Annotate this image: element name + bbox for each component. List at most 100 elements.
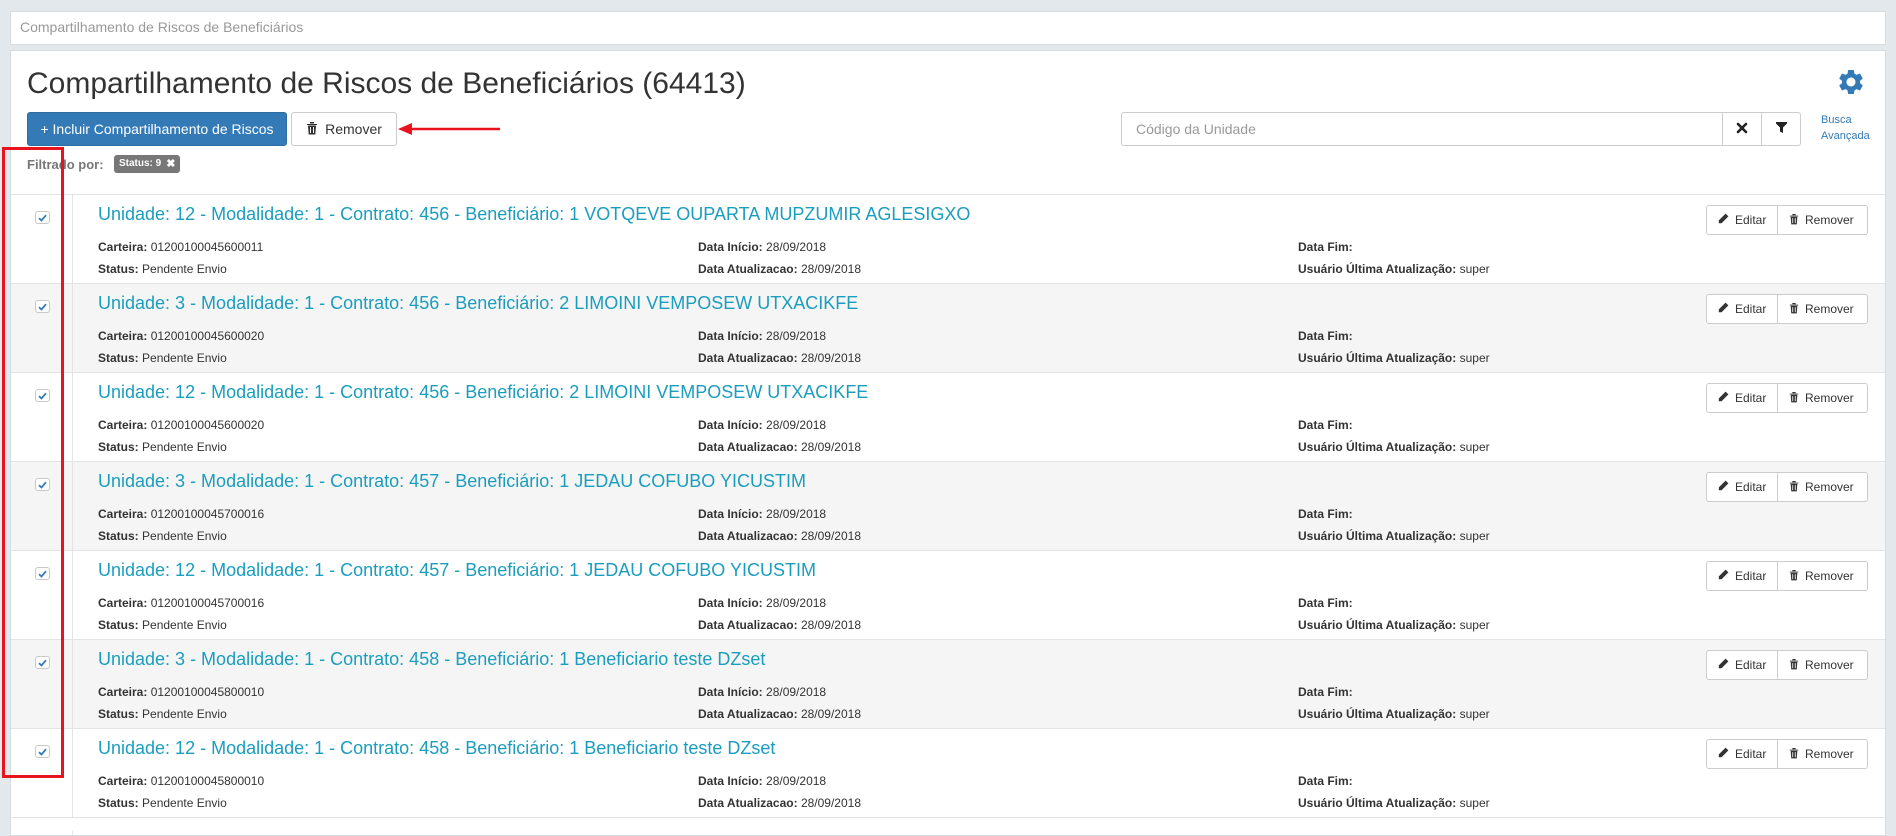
remove-button[interactable]: Remover bbox=[1778, 383, 1868, 413]
data-fim-field: Data Fim: bbox=[1298, 329, 1353, 343]
remove-button[interactable]: Remover bbox=[1778, 561, 1868, 591]
trash-icon bbox=[1789, 658, 1799, 673]
pencil-icon bbox=[1718, 480, 1729, 494]
filter-icon bbox=[1775, 121, 1787, 137]
data-fim-field: Data Fim: bbox=[1298, 596, 1353, 610]
breadcrumb: Compartilhamento de Riscos de Beneficiár… bbox=[10, 11, 1886, 45]
status-field: Status: Pendente Envio bbox=[98, 440, 227, 454]
data-atualizacao-value: 28/09/2018 bbox=[800, 796, 861, 810]
row-checkbox[interactable] bbox=[35, 211, 50, 224]
usuario-value: super bbox=[1459, 440, 1490, 454]
carteira-field: Carteira: 01200100045700016 bbox=[98, 507, 265, 521]
check-icon bbox=[38, 392, 47, 400]
row-title-link[interactable]: Unidade: 3 - Modalidade: 1 - Contrato: 4… bbox=[98, 293, 858, 314]
filter-button[interactable] bbox=[1762, 112, 1801, 146]
data-atualizacao-field: Data Atualizacao: 28/09/2018 bbox=[698, 529, 861, 543]
breadcrumb-text: Compartilhamento de Riscos de Beneficiár… bbox=[20, 19, 304, 35]
usuario-field: Usuário Última Atualização: super bbox=[1298, 618, 1490, 632]
row-checkbox[interactable] bbox=[35, 389, 50, 402]
pencil-icon bbox=[1718, 213, 1729, 227]
data-inicio-value: 28/09/2018 bbox=[766, 240, 827, 254]
edit-button[interactable]: Editar bbox=[1706, 739, 1778, 769]
row-checkbox[interactable] bbox=[35, 656, 50, 669]
checkbox-column bbox=[11, 373, 73, 461]
data-inicio-value: 28/09/2018 bbox=[766, 507, 827, 521]
usuario-field: Usuário Última Atualização: super bbox=[1298, 262, 1490, 276]
data-inicio-field: Data Início: 28/09/2018 bbox=[698, 774, 827, 788]
advanced-search-line1: Busca bbox=[1821, 114, 1852, 126]
status-value: Pendente Envio bbox=[142, 262, 227, 276]
row-title-link[interactable]: Unidade: 12 - Modalidade: 1 - Contrato: … bbox=[98, 382, 868, 403]
remove-button[interactable]: Remover bbox=[1778, 472, 1868, 502]
row-checkbox[interactable] bbox=[35, 478, 50, 491]
row-title-link[interactable]: Unidade: 12 - Modalidade: 1 - Contrato: … bbox=[98, 738, 775, 759]
status-value: Pendente Envio bbox=[142, 707, 227, 721]
trash-icon bbox=[1789, 569, 1799, 584]
trash-icon bbox=[1789, 480, 1799, 495]
data-inicio-value: 28/09/2018 bbox=[766, 418, 827, 432]
row-title-link[interactable]: Unidade: 12 - Modalidade: 1 - Contrato: … bbox=[98, 204, 970, 225]
check-icon bbox=[38, 659, 47, 667]
data-inicio-field: Data Início: 28/09/2018 bbox=[698, 240, 827, 254]
edit-button[interactable]: Editar bbox=[1706, 205, 1778, 235]
remove-button[interactable]: Remover bbox=[1778, 739, 1868, 769]
remove-button[interactable]: Remover bbox=[1778, 205, 1868, 235]
clear-search-button[interactable] bbox=[1723, 112, 1762, 146]
data-atualizacao-field: Data Atualizacao: 28/09/2018 bbox=[698, 262, 861, 276]
data-atualizacao-field: Data Atualizacao: 28/09/2018 bbox=[698, 618, 861, 632]
remove-filter-icon[interactable]: ✖ bbox=[166, 155, 175, 173]
carteira-value: 01200100045800010 bbox=[150, 685, 265, 699]
gear-icon[interactable] bbox=[1836, 67, 1866, 97]
search-group bbox=[1121, 112, 1801, 146]
trash-icon bbox=[306, 121, 318, 138]
status-field: Status: Pendente Envio bbox=[98, 262, 227, 276]
data-inicio-value: 28/09/2018 bbox=[766, 685, 827, 699]
edit-button[interactable]: Editar bbox=[1706, 472, 1778, 502]
list-item: Unidade: 12 - Modalidade: 1 - Contrato: … bbox=[11, 551, 1885, 640]
edit-button[interactable]: Editar bbox=[1706, 383, 1778, 413]
data-atualizacao-field: Data Atualizacao: 28/09/2018 bbox=[698, 707, 861, 721]
data-inicio-field: Data Início: 28/09/2018 bbox=[698, 329, 827, 343]
checkbox-column bbox=[11, 640, 73, 728]
row-title-link[interactable]: Unidade: 3 - Modalidade: 1 - Contrato: 4… bbox=[98, 471, 806, 492]
remove-selected-button[interactable]: Remover bbox=[291, 112, 397, 146]
edit-button[interactable]: Editar bbox=[1706, 561, 1778, 591]
trash-icon bbox=[1789, 747, 1799, 762]
edit-label: Editar bbox=[1735, 569, 1767, 583]
remove-label: Remover bbox=[1805, 658, 1854, 672]
main-panel: Compartilhamento de Riscos de Beneficiár… bbox=[10, 50, 1886, 836]
edit-label: Editar bbox=[1735, 480, 1767, 494]
remove-label: Remover bbox=[1805, 302, 1854, 316]
advanced-search-link[interactable]: Busca Avançada bbox=[1821, 112, 1881, 144]
remove-label: Remover bbox=[1805, 569, 1854, 583]
row-title-link[interactable]: Unidade: 12 - Modalidade: 1 - Contrato: … bbox=[98, 560, 816, 581]
data-fim-field: Data Fim: bbox=[1298, 774, 1353, 788]
remove-button[interactable]: Remover bbox=[1778, 294, 1868, 324]
list-item: Unidade: 3 - Modalidade: 1 - Contrato: 4… bbox=[11, 640, 1885, 729]
row-checkbox[interactable] bbox=[35, 567, 50, 580]
usuario-field: Usuário Última Atualização: super bbox=[1298, 440, 1490, 454]
data-inicio-field: Data Início: 28/09/2018 bbox=[698, 418, 827, 432]
row-title-link[interactable]: Unidade: 3 - Modalidade: 1 - Contrato: 4… bbox=[98, 649, 765, 670]
check-icon bbox=[38, 570, 47, 578]
check-icon bbox=[38, 748, 47, 756]
page-title: Compartilhamento de Riscos de Beneficiár… bbox=[27, 67, 746, 100]
check-icon bbox=[38, 481, 47, 489]
row-checkbox[interactable] bbox=[35, 300, 50, 313]
row-actions: Editar Remover bbox=[1706, 739, 1868, 769]
list-trailing-separator bbox=[11, 831, 73, 835]
usuario-value: super bbox=[1459, 707, 1490, 721]
edit-button[interactable]: Editar bbox=[1706, 650, 1778, 680]
row-checkbox[interactable] bbox=[35, 745, 50, 758]
row-actions: Editar Remover bbox=[1706, 561, 1868, 591]
close-icon bbox=[1736, 122, 1748, 137]
remove-label: Remover bbox=[1805, 213, 1854, 227]
carteira-field: Carteira: 01200100045600011 bbox=[98, 240, 264, 254]
edit-button[interactable]: Editar bbox=[1706, 294, 1778, 324]
add-compartilhamento-button[interactable]: + Incluir Compartilhamento de Riscos bbox=[27, 112, 287, 146]
list-item: Unidade: 3 - Modalidade: 1 - Contrato: 4… bbox=[11, 462, 1885, 551]
unit-code-search-input[interactable] bbox=[1121, 112, 1723, 146]
remove-button[interactable]: Remover bbox=[1778, 650, 1868, 680]
carteira-field: Carteira: 01200100045800010 bbox=[98, 685, 265, 699]
data-inicio-field: Data Início: 28/09/2018 bbox=[698, 596, 827, 610]
